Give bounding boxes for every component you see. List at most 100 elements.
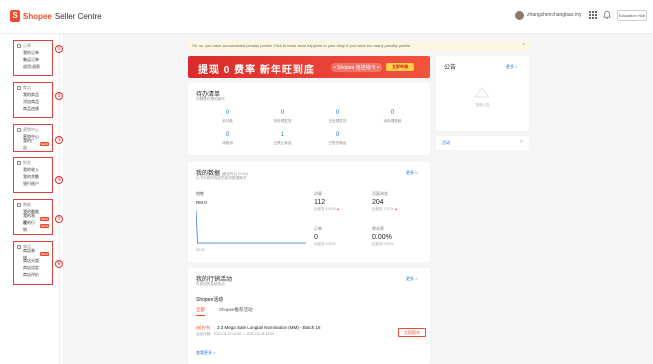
banner-text: 提现 0 费率 新年旺到底 <box>198 65 315 76</box>
promo-banner[interactable]: 提现 0 费率 新年旺到底 • Shopee 连连钱卡 • 立即申请 <box>188 56 430 78</box>
shop-icon <box>17 245 21 249</box>
todo-item-sold-out[interactable]: 0 已售完商品 <box>310 132 365 146</box>
sidebar-item-shop-settings[interactable]: 商店设定 <box>17 264 49 271</box>
todo-item-shipped[interactable]: 0 已处理发货 <box>310 110 365 124</box>
todo-label: 已处理发货 <box>328 119 347 123</box>
todo-value: 0 <box>280 110 285 116</box>
metric-label: 订单 <box>314 226 322 231</box>
sidebar-item-label: 我的订单 <box>23 50 39 55</box>
sidebar-group-products: 商品 我的商品 添加商品 商品违规 <box>13 82 53 118</box>
sidebar-item-label: 集运订单 <box>23 57 39 62</box>
todo-value: 0 <box>225 132 230 138</box>
view-more-link[interactable]: 查看更多 > <box>196 350 215 356</box>
orders-icon <box>17 44 21 48</box>
logo-text: Shopee <box>23 11 52 21</box>
todo-item-to-ship[interactable]: 0 待处理发货 <box>255 110 310 124</box>
apps-grid-icon[interactable] <box>589 11 597 19</box>
banner-apply-button[interactable]: 立即申请 <box>386 63 414 71</box>
campaign-tabs: 全部 Shopee推荐活动 <box>196 307 267 316</box>
todo-item-unpaid[interactable]: 0 未付款 <box>200 110 255 124</box>
sidebar-item-shop-categories[interactable]: 商店分类 <box>17 257 49 264</box>
metric-value: 204 <box>372 199 384 206</box>
sidebar-item-product-violations[interactable]: 商品违规 <box>17 105 49 112</box>
sidebar-group-marketing: 营销中心 营销中心 我的广告 NEW <box>13 124 53 152</box>
empty-announcement-icon <box>474 87 490 98</box>
chevron-right-icon: > <box>520 139 523 145</box>
annotation-marker: ② <box>55 92 63 100</box>
metric-change: 比前天 7.37% ▲ <box>372 207 398 212</box>
marketing-icon <box>17 128 21 132</box>
sidebar-item-bank-account[interactable]: 银行账户 <box>17 180 49 187</box>
shopee-logo[interactable]: S Shopee Seller Centre <box>10 10 102 22</box>
penalty-alert[interactable]: Oh no, you have accumulated penalty poin… <box>188 41 529 50</box>
sidebar-group-orders: 订单 我的订单 集运订单 退货/退款 <box>13 40 53 76</box>
alert-text: Oh no, you have accumulated penalty poin… <box>192 43 411 48</box>
sidebar-item-label: 我的商品 <box>23 92 39 97</box>
todo-value: 0 <box>225 110 230 116</box>
chart-x-label: 00:00 <box>196 248 205 252</box>
sidebar-item-shop-decoration[interactable]: 商店装修 NEW <box>17 248 49 260</box>
marketing-subtitle: 可参加的促销活动 <box>196 282 225 286</box>
metric-conversion[interactable]: 转化率 0.00% 比前天 0.00% <box>372 226 393 247</box>
activity-link[interactable]: 活动 <box>442 140 450 146</box>
shopee-bag-icon: S <box>10 10 20 22</box>
metric-label: 转化率 <box>372 226 384 231</box>
performance-more-link[interactable]: 更多 > <box>406 170 417 176</box>
register-activity-button[interactable]: 立即报名 <box>398 328 426 337</box>
announcement-title: 公告 <box>444 65 457 71</box>
tab-all[interactable]: 全部 <box>196 307 205 316</box>
bell-icon[interactable] <box>603 11 611 19</box>
sidebar-item-my-products[interactable]: 我的商品 <box>17 91 49 98</box>
todo-item-cancel[interactable]: 0 待取消 <box>200 132 255 146</box>
metric-visitors[interactable]: 访客 112 比前天 4.00% ▲ <box>314 191 340 212</box>
sidebar-item-my-marketing-data[interactable]: 我的行销 NEW <box>17 220 49 232</box>
marketing-more-link[interactable]: 更多 > <box>406 276 417 282</box>
activity-title[interactable]: 3.3 Mega Sale Longtail Nomination (MM) -… <box>217 325 321 330</box>
sidebar-item-my-balance[interactable]: 我的余额 <box>17 173 49 180</box>
sidebar-item-my-orders[interactable]: 我的订单 <box>17 49 49 56</box>
metric-page-views[interactable]: 页面浏览 204 比前天 7.37% ▲ <box>372 191 398 212</box>
sidebar-item-label: 我的广告 <box>23 137 35 150</box>
new-badge: NEW <box>40 216 49 221</box>
logo-subtitle: Seller Centre <box>54 11 102 21</box>
todo-item-banned[interactable]: 1 已禁止商品 <box>255 132 310 146</box>
sidebar-item-label: 商品违规 <box>23 106 39 111</box>
todo-label: 已禁止商品 <box>273 141 292 145</box>
sidebar-item-label: 我的收入 <box>23 167 39 172</box>
sidebar-item-returns[interactable]: 退货/退款 <box>17 63 49 70</box>
annotation-marker: ⑤ <box>55 215 63 223</box>
announcement-card: 公告 更多 > 没有公告 <box>436 56 529 131</box>
username[interactable]: zhangzhenchangbao.my <box>527 12 582 18</box>
annotation-marker: ④ <box>55 176 63 184</box>
metric-change-label: 比前天 <box>314 207 325 211</box>
shopee-campaigns-heading: Shopee活动 <box>196 297 224 303</box>
activity-status-tag: [报名中] <box>196 325 211 330</box>
sidebar-item-consolidated-orders[interactable]: 集运订单 <box>17 56 49 63</box>
sales-label: 销售 <box>196 191 204 196</box>
metric-value: 0.00% <box>372 234 392 241</box>
sidebar-item-my-income[interactable]: 我的收入 <box>17 166 49 173</box>
sidebar-item-label: 添加商品 <box>23 99 39 104</box>
activity-link-card[interactable]: 活动 > <box>436 136 529 150</box>
tab-recommended[interactable]: Shopee推荐活动 <box>219 307 253 316</box>
metric-change-value: 7.37% <box>383 207 394 211</box>
sidebar-item-add-product[interactable]: 添加商品 <box>17 98 49 105</box>
activity-dates: 活动日期：2022-02-22 00:00 — 2022-03-04 23:59 <box>196 332 275 336</box>
close-icon[interactable]: × <box>522 41 525 50</box>
products-icon <box>17 86 21 90</box>
sidebar-group-data: 数据 我的数据 我的表现 NEW 我的行销 NEW <box>13 199 53 235</box>
avatar[interactable] <box>515 11 524 20</box>
todo-label: 待取消 <box>222 141 233 145</box>
performance-subtitle: 以下为您的商店的各项数据概况 <box>196 176 247 180</box>
todo-item-refund[interactable]: 0 待处理退款 <box>365 110 420 124</box>
sidebar-item-my-ads[interactable]: 我的广告 NEW <box>17 138 49 150</box>
todo-value: 0 <box>335 132 340 138</box>
education-hub-button[interactable]: Education Hub <box>617 10 647 21</box>
sales-chart <box>196 210 306 245</box>
sidebar-item-shop-reviews[interactable]: 商店评价 <box>17 271 49 278</box>
sidebar-item-label: 我的行销 <box>23 219 35 232</box>
metric-orders[interactable]: 订单 0 比前天 0.00% <box>314 226 335 247</box>
new-badge: NEW <box>40 141 49 146</box>
metric-value: 112 <box>314 199 326 206</box>
announcement-more-link[interactable]: 更多 > <box>506 64 517 70</box>
